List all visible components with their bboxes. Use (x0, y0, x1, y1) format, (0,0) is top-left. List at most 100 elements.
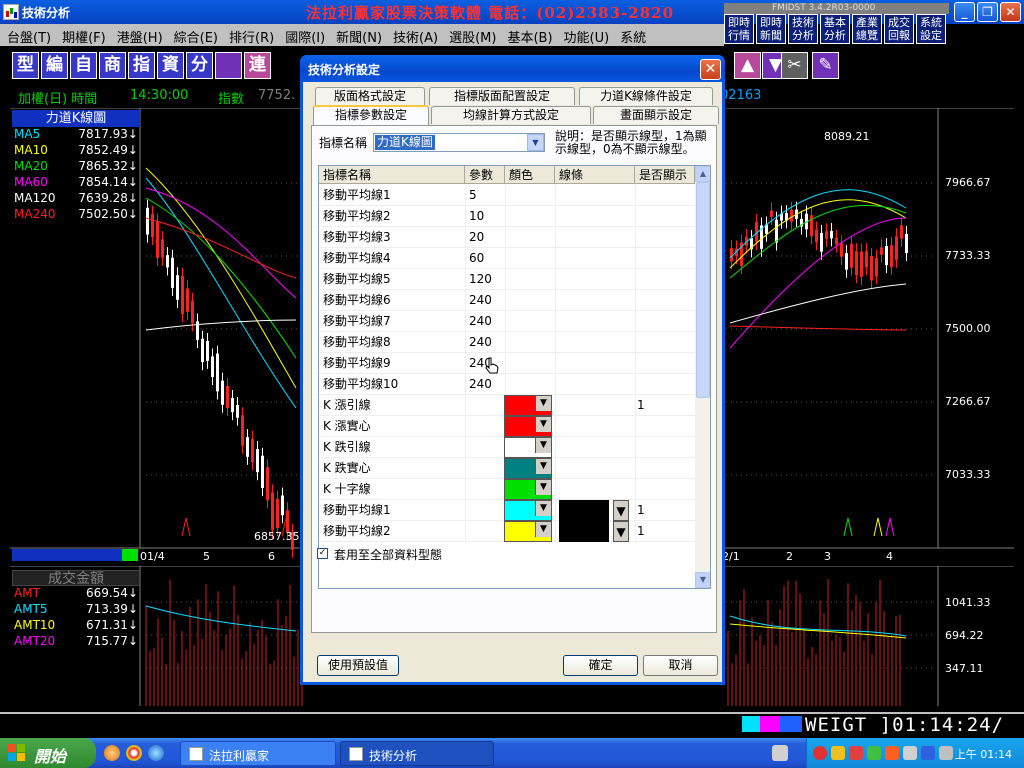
param-row[interactable]: 移動平均線6 240 (319, 290, 695, 311)
tool-button-0[interactable]: 型 (12, 52, 39, 79)
quick-button-4[interactable]: 產業總覽 (852, 14, 882, 44)
tab-row2-2[interactable]: 畫面顯示設定 (593, 106, 719, 124)
param-row[interactable]: 移動平均線1 5 (319, 185, 695, 206)
param-value[interactable] (469, 500, 505, 521)
tray-icon-e[interactable] (885, 746, 899, 760)
param-value[interactable] (469, 521, 505, 542)
param-value[interactable] (469, 416, 505, 437)
quick-button-0[interactable]: 即時行情 (724, 14, 754, 44)
param-row[interactable]: K 漲實心 ▼ (319, 416, 695, 437)
color-picker[interactable]: ▼ (504, 416, 552, 437)
firefox-icon[interactable] (104, 745, 120, 761)
close-button[interactable]: ✕ (1000, 2, 1021, 22)
menu-item-10[interactable]: 功能(U) (557, 24, 614, 46)
tab-row1-2[interactable]: 力道K線條件設定 (579, 87, 713, 105)
param-row[interactable]: 移動平均線10 240 (319, 374, 695, 395)
menu-item-5[interactable]: 國際(I) (278, 24, 329, 46)
tray-icon-f[interactable] (903, 746, 917, 760)
tab-row2-1[interactable]: 均線計算方式設定 (431, 106, 591, 124)
column-header-4[interactable]: 是否顯示 (635, 166, 695, 184)
tool-button-3[interactable]: 商 (99, 52, 126, 79)
tool-icon-c[interactable]: ✂ (781, 52, 808, 79)
show-flag[interactable]: 1 (637, 500, 657, 521)
menu-item-1[interactable]: 期權(F) (55, 24, 110, 46)
column-header-1[interactable]: 參數 (465, 166, 505, 184)
ie-icon[interactable] (148, 745, 164, 761)
param-value[interactable]: 240 (469, 374, 505, 395)
menu-item-7[interactable]: 技術(A) (386, 24, 442, 46)
param-row[interactable]: 移動平均線1 ▼ ▼ 1 (319, 500, 695, 521)
tray-icon-a[interactable] (813, 746, 827, 760)
chevron-down-icon[interactable]: ▼ (535, 396, 551, 411)
param-row[interactable]: 移動平均線7 240 (319, 311, 695, 332)
tool-button-1[interactable]: 編 (41, 52, 68, 79)
quick-button-5[interactable]: 成交回報 (884, 14, 914, 44)
param-row[interactable]: 移動平均線8 240 (319, 332, 695, 353)
tool-button-7[interactable] (215, 52, 242, 79)
indicator-name-select[interactable]: 力道K線圖 ▼ (373, 133, 545, 152)
shield-icon[interactable] (831, 746, 845, 760)
color-picker[interactable]: ▼ (504, 479, 552, 500)
color-picker[interactable]: ▼ (504, 395, 552, 416)
param-value[interactable]: 5 (469, 185, 505, 206)
chrome-icon[interactable] (126, 745, 142, 761)
param-row[interactable]: 移動平均線5 120 (319, 269, 695, 290)
restore-button[interactable]: ❐ (977, 2, 998, 22)
quick-button-1[interactable]: 即時新聞 (756, 14, 786, 44)
param-value[interactable] (469, 458, 505, 479)
apply-all-checkbox[interactable]: ✓ (317, 548, 328, 559)
param-value[interactable]: 60 (469, 248, 505, 269)
grid-scrollbar[interactable]: ▲ ▼ (695, 166, 710, 588)
date-scroll-bar[interactable] (12, 549, 138, 561)
param-row[interactable]: K 跌實心 ▼ (319, 458, 695, 479)
task-item-2[interactable]: 技術分析 (340, 741, 494, 766)
param-row[interactable]: 移動平均線2 ▼ ▼ 1 (319, 521, 695, 542)
chevron-down-icon[interactable]: ▼ (535, 438, 551, 453)
tab-row1-0[interactable]: 版面格式設定 (315, 87, 425, 105)
color-picker[interactable]: ▼ (504, 437, 552, 458)
column-header-3[interactable]: 線條 (555, 166, 635, 184)
param-value[interactable]: 20 (469, 227, 505, 248)
chevron-down-icon[interactable]: ▼ (535, 501, 551, 516)
chevron-down-icon[interactable]: ▼ (535, 522, 551, 537)
start-button[interactable]: 開始 (0, 738, 96, 768)
quick-button-3[interactable]: 基本分析 (820, 14, 850, 44)
color-picker[interactable]: ▼ (504, 500, 552, 521)
param-value[interactable]: 10 (469, 206, 505, 227)
line-style-dropdown[interactable]: ▼ (613, 521, 629, 542)
menu-item-11[interactable]: 系統 (613, 24, 650, 46)
menu-item-4[interactable]: 排行(R) (222, 24, 278, 46)
volume-icon[interactable] (939, 746, 953, 760)
tool-button-2[interactable]: 自 (70, 52, 97, 79)
show-flag[interactable]: 1 (637, 395, 657, 416)
bluetooth-icon[interactable] (921, 746, 935, 760)
param-row[interactable]: 移動平均線4 60 (319, 248, 695, 269)
param-value[interactable]: 240 (469, 290, 505, 311)
param-row[interactable]: K 漲引線 ▼ 1 (319, 395, 695, 416)
dialog-close-button[interactable]: ✕ (700, 59, 721, 80)
network-icon[interactable] (772, 745, 788, 761)
quick-button-6[interactable]: 系統設定 (916, 14, 946, 44)
menu-item-0[interactable]: 台盤(T) (0, 24, 55, 46)
tool-icon-d[interactable]: ✎ (812, 52, 839, 79)
tool-button-4[interactable]: 指 (128, 52, 155, 79)
menu-item-9[interactable]: 基本(B) (500, 24, 556, 46)
menu-item-3[interactable]: 綜合(E) (167, 24, 222, 46)
scroll-down-icon[interactable]: ▼ (695, 572, 710, 588)
ok-button[interactable]: 確定 (563, 655, 638, 676)
chevron-down-icon[interactable]: ▼ (527, 134, 544, 151)
minimize-button[interactable]: _ (954, 2, 975, 22)
menu-item-2[interactable]: 港盤(H) (110, 24, 167, 46)
color-picker[interactable]: ▼ (504, 521, 552, 542)
dialog-titlebar[interactable]: 技術分析設定 ✕ (300, 55, 725, 82)
tool-button-6[interactable]: 分 (186, 52, 213, 79)
param-row[interactable]: K 十字線 ▼ (319, 479, 695, 500)
line-style-dropdown[interactable]: ▼ (613, 500, 629, 521)
param-row[interactable]: K 跌引線 ▼ (319, 437, 695, 458)
tool-icon-a[interactable]: ▲ (734, 52, 761, 79)
param-row[interactable]: 移動平均線2 10 (319, 206, 695, 227)
tab-row2-0[interactable]: 指標參數設定 (313, 105, 429, 125)
menu-item-8[interactable]: 選股(M) (442, 24, 500, 46)
column-header-2[interactable]: 顏色 (505, 166, 555, 184)
param-value[interactable]: 240 (469, 332, 505, 353)
